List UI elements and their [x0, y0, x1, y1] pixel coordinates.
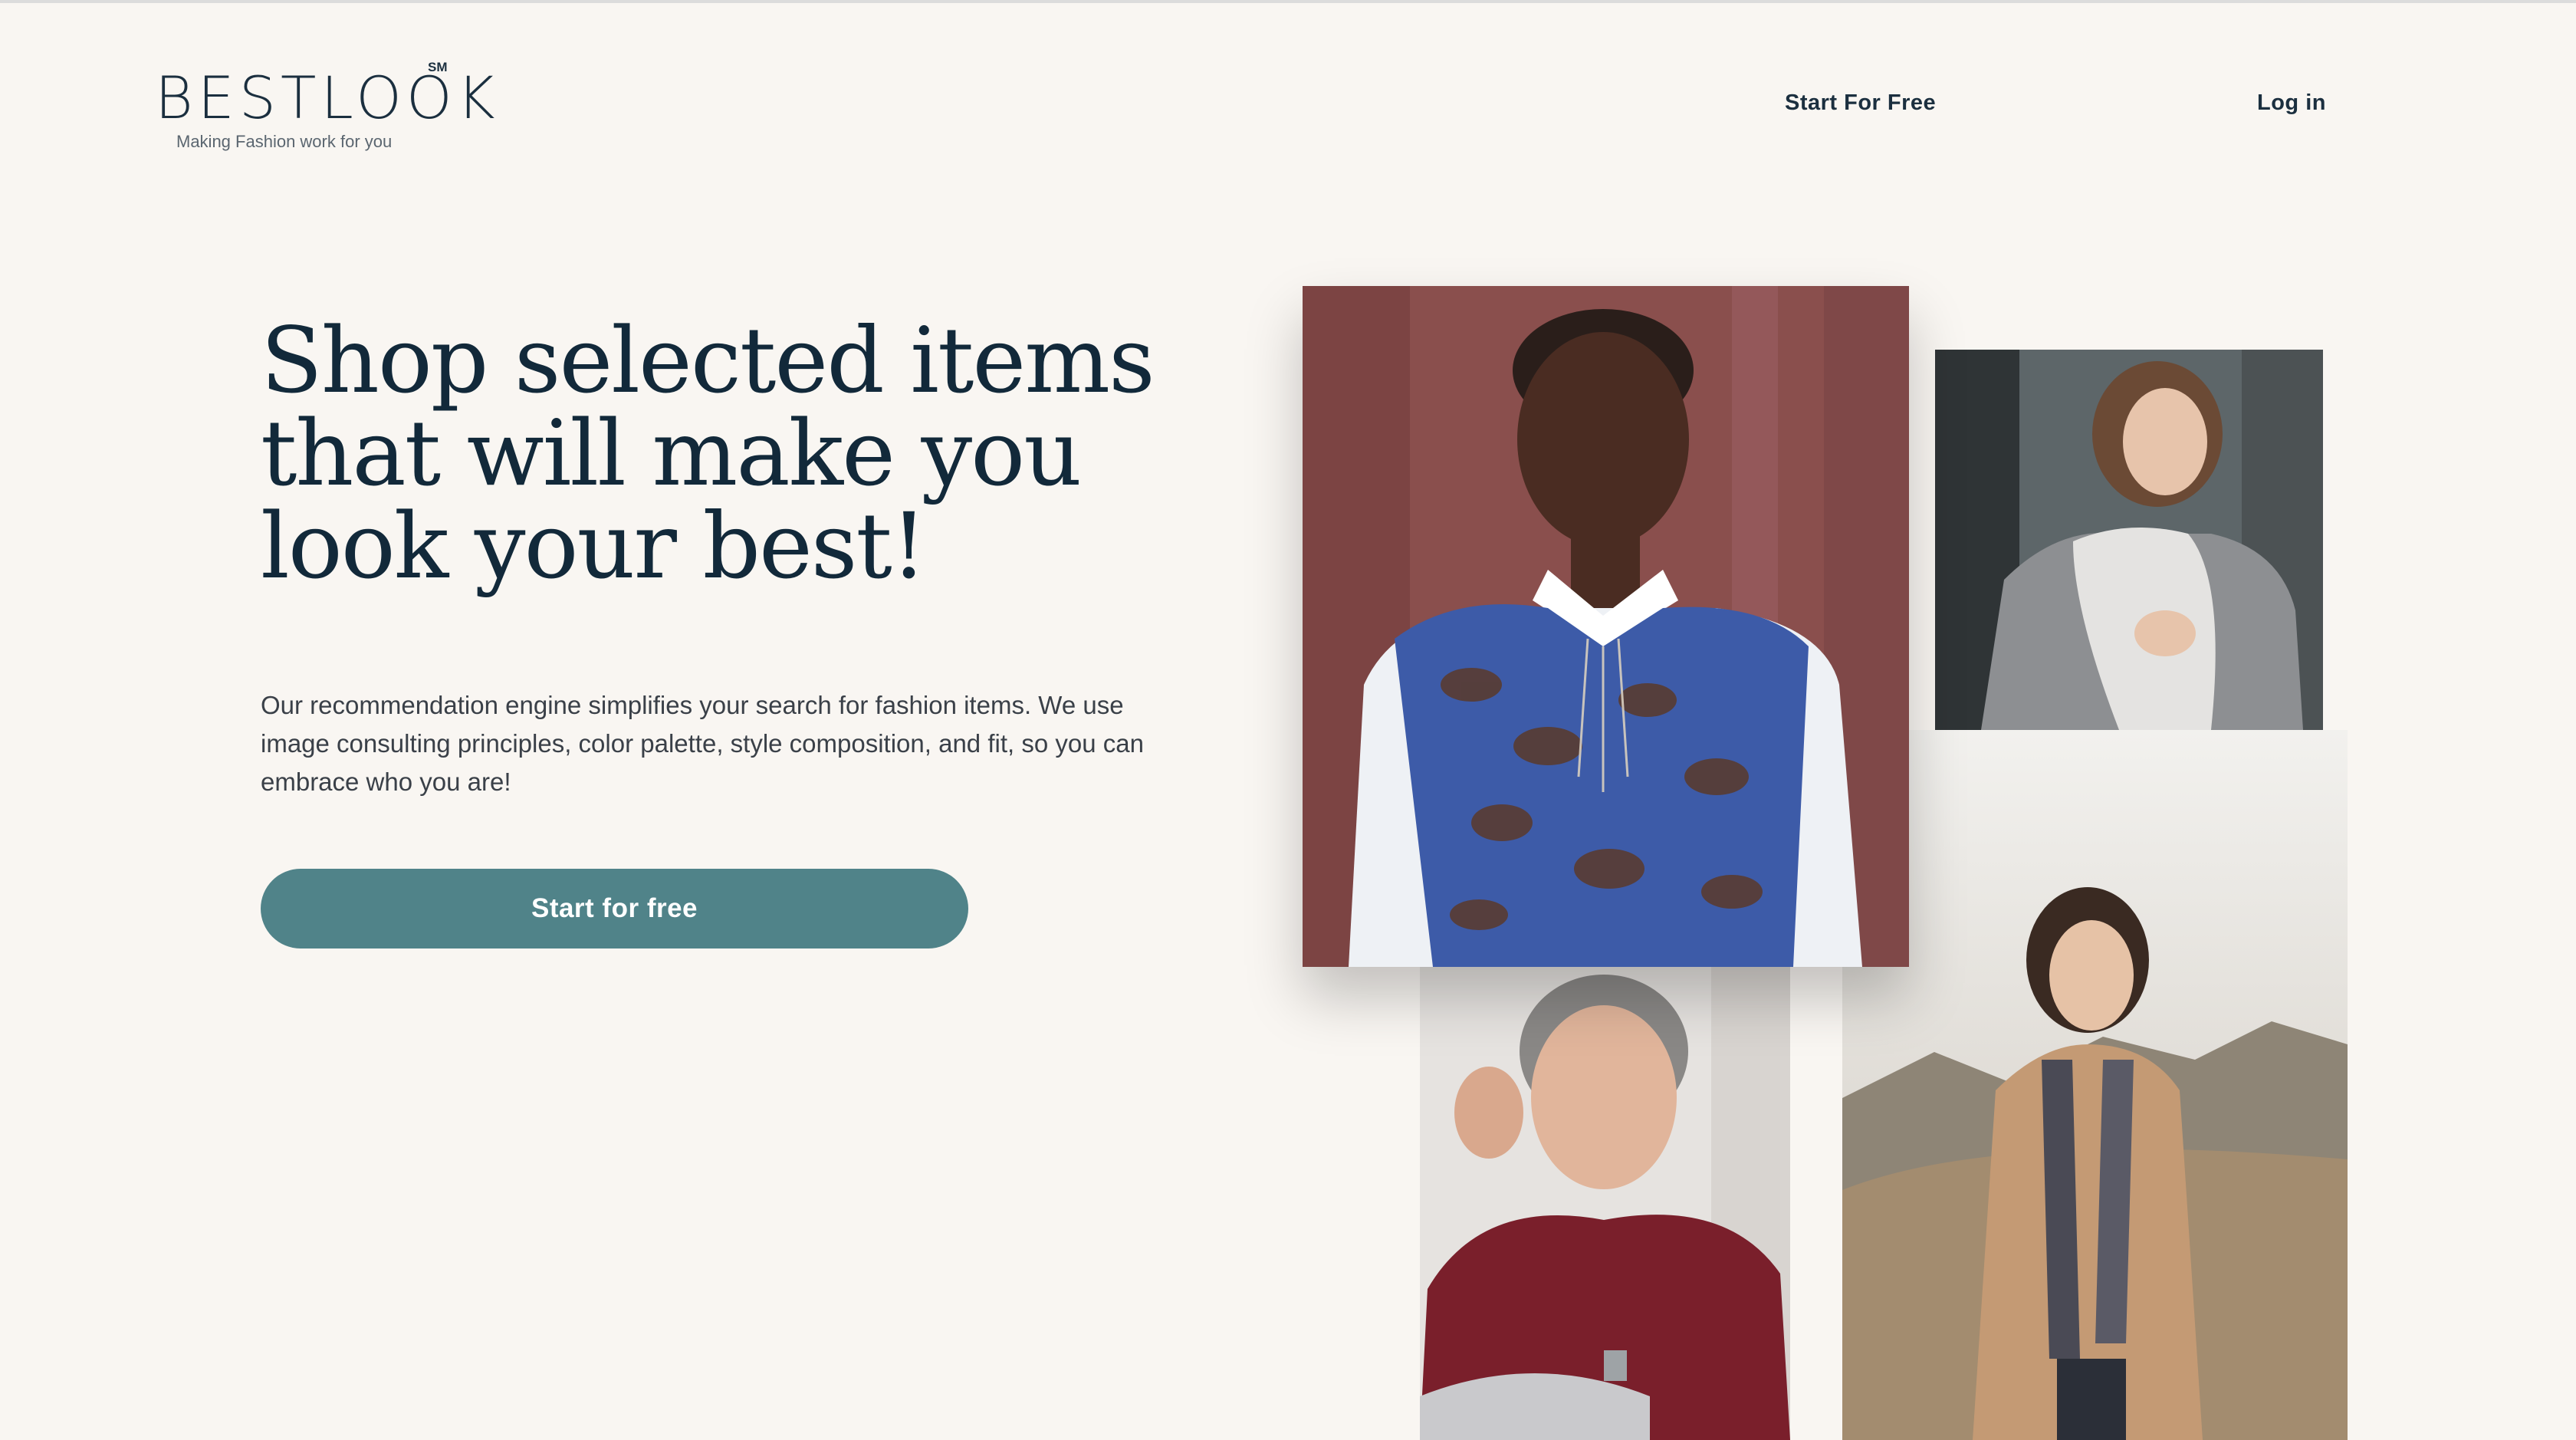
start-for-free-button[interactable]: Start for free — [261, 869, 968, 948]
photo-woman-patterned-top — [1303, 286, 1909, 967]
nav-login-link[interactable]: Log in — [2257, 90, 2326, 116]
bestlook-logo[interactable]: BESTLOOK SM Making Fashion work for you — [155, 60, 495, 159]
logo-tagline: Making Fashion work for you — [176, 132, 393, 151]
logo-sm-mark: SM — [428, 60, 448, 74]
photo-woman-camel-coat — [1842, 730, 2348, 1440]
hero-title: Shop selected items that will make you l… — [261, 307, 1155, 599]
hero-description: Our recommendation engine simplifies you… — [261, 691, 1144, 796]
nav-start-for-free-link[interactable]: Start For Free — [1785, 90, 1936, 116]
logo-wordmark: BESTLOOK — [155, 64, 500, 132]
photo-woman-red-blouse — [1420, 967, 1790, 1440]
top-border — [0, 0, 2576, 3]
photo-woman-grey-scarf — [1935, 350, 2323, 730]
